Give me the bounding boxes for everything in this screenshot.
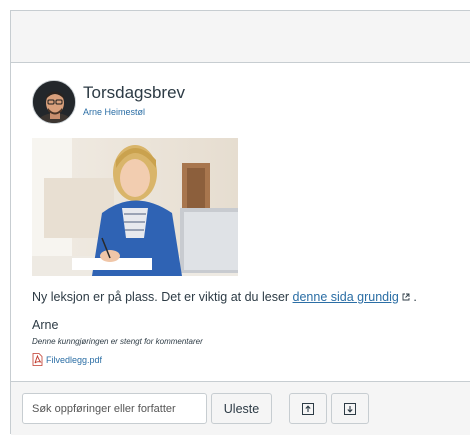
announcement-title: Torsdagsbrev [83, 83, 186, 102]
body-link[interactable]: denne sida grundig [293, 290, 399, 304]
attachment-link[interactable]: Filvedlegg.pdf [32, 353, 102, 366]
bottom-toolbar: Uleste [11, 381, 470, 435]
comments-closed-note: Denne kunngjøringen er stengt for kommen… [32, 337, 203, 346]
top-bar [11, 11, 470, 63]
author-name[interactable]: Arne Heimestøl [83, 107, 145, 117]
body-text-suffix: . [409, 290, 417, 304]
expand-icon [302, 402, 314, 415]
announcement-image [32, 138, 238, 276]
search-input[interactable] [22, 393, 207, 424]
announcement-panel: Torsdagsbrev Arne Heimestøl Ny leksjon e… [10, 10, 470, 435]
unread-button[interactable]: Uleste [211, 393, 272, 424]
expand-button[interactable] [289, 393, 327, 424]
external-link-icon [402, 293, 410, 301]
avatar[interactable] [32, 80, 76, 124]
collapse-button[interactable] [331, 393, 369, 424]
announcement-body: Ny leksjon er på plass. Det er viktig at… [32, 290, 417, 304]
pdf-icon [32, 353, 43, 366]
signature: Arne [32, 318, 59, 332]
attachment-name[interactable]: Filvedlegg.pdf [46, 355, 102, 365]
collapse-icon [344, 402, 356, 415]
body-text-prefix: Ny leksjon er på plass. Det er viktig at… [32, 290, 293, 304]
